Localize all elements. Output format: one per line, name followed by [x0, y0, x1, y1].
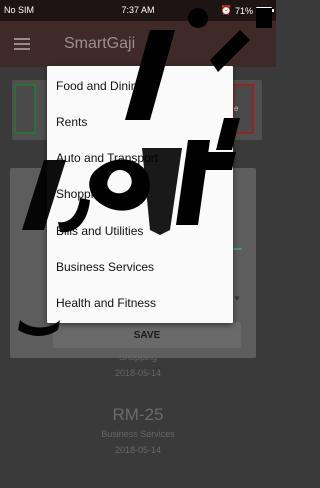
entry-date: 2018-05-14	[114, 368, 162, 378]
menu-item-business-services[interactable]: Business Services	[56, 257, 154, 277]
status-right: ⏰ 71%	[220, 5, 274, 16]
save-button[interactable]: SAVE	[53, 322, 241, 348]
status-bar: No SIM 7:37 AM ⏰ 71%	[0, 0, 276, 21]
input-underline	[232, 248, 242, 250]
app-bar: SmartGaji	[0, 21, 276, 67]
battery-percent: 71%	[234, 5, 253, 16]
entry-category: Shopping	[118, 352, 158, 362]
expense-button-label: e	[234, 104, 239, 113]
category-dropdown-menu: Food and Dining Rents Auto and Transport…	[47, 66, 233, 323]
entry-date: 2018-05-14	[114, 445, 162, 455]
income-button[interactable]	[14, 84, 36, 134]
battery-icon	[256, 7, 274, 14]
entry-category: Business Services	[101, 429, 175, 439]
menu-item-food-and-dining[interactable]: Food and Dining	[56, 76, 144, 96]
entry-amount: RM-25	[112, 405, 164, 424]
menu-item-rents[interactable]: Rents	[56, 112, 87, 132]
menu-item-bills-and-utilities[interactable]: Bills and Utilities	[56, 221, 143, 241]
alarm-icon: ⏰	[220, 5, 232, 15]
list-item[interactable]: Shopping 2018-05-14	[0, 352, 276, 378]
list-item[interactable]: RM-25 Business Services 2018-05-14	[0, 405, 276, 455]
menu-item-health-and-fitness[interactable]: Health and Fitness	[56, 293, 156, 313]
app-title: SmartGaji	[64, 35, 136, 52]
menu-item-auto-and-transport[interactable]: Auto and Transport	[56, 148, 158, 168]
hamburger-menu-icon[interactable]	[14, 38, 30, 50]
category-dropdown-caret-icon[interactable]: ▼	[233, 294, 241, 303]
menu-item-shopping[interactable]: Shopping	[56, 184, 107, 204]
